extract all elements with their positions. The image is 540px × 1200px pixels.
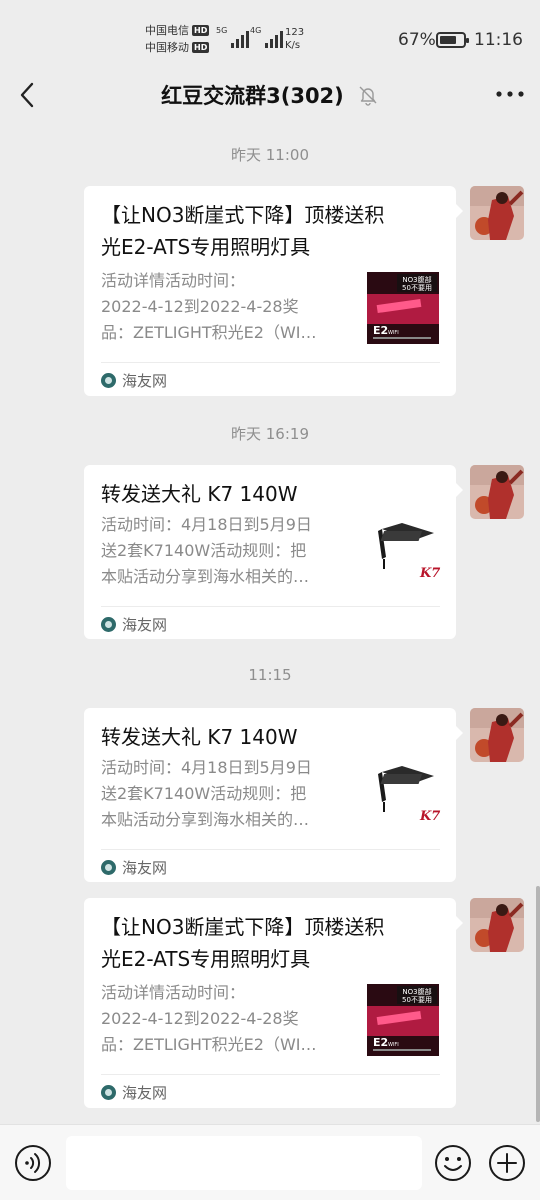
link-card-message[interactable]: 【让NO3断崖式下降】顶楼送积 光E2-ATS专用照明灯具 活动详情活动时间： … [84,186,463,396]
svg-text:NO3腹部: NO3腹部 [402,275,431,284]
more-dots-icon[interactable] [494,82,526,106]
chat-header: 红豆交流群3(302) [0,70,540,122]
link-card-description: 活动时间：4月18日到5月9日 送2套K7140W活动规则：把 本贴活动分享到海… [101,758,312,829]
network-speed: 123 K/s [285,27,305,51]
svg-text:K7: K7 [419,809,440,824]
link-card-source: 海友网 [101,614,167,635]
signal-5g-icon: 5G [216,26,250,48]
link-card-message[interactable]: 【让NO3断崖式下降】顶楼送积 光E2-ATS专用照明灯具 活动详情活动时间： … [84,898,463,1108]
divider [101,362,440,363]
avatar[interactable] [470,898,524,952]
svg-text:K7: K7 [419,566,440,581]
link-card-description: 活动时间：4月18日到5月9日 送2套K7140W活动规则：把 本贴活动分享到海… [101,515,312,586]
link-card-thumbnail: K7 [372,758,444,830]
hd-badge: HD [192,25,210,36]
link-card-description: 活动详情活动时间： 2022-4-12到2022-4-28奖 品：ZETLIGH… [101,983,317,1054]
input-bar [0,1124,540,1200]
link-card-thumbnail: K7 [372,515,444,587]
source-logo-icon [101,860,116,875]
link-card-source: 海友网 [101,1082,167,1103]
link-card-thumbnail: NO3腹部 50不要用 E2 WIFI [367,984,439,1056]
link-card-description: 活动详情活动时间： 2022-4-12到2022-4-28奖 品：ZETLIGH… [101,271,317,342]
plus-circle-icon[interactable] [488,1144,526,1182]
voice-icon[interactable] [14,1144,52,1182]
battery-icon [436,32,469,48]
link-card-source: 海友网 [101,370,167,391]
carrier-2: 中国移动 [145,41,189,54]
link-card-thumbnail: NO3腹部 50不要用 E2 WIFI [367,272,439,344]
divider [101,606,440,607]
link-card-title: 【让NO3断崖式下降】顶楼送积 光E2-ATS专用照明灯具 [101,915,385,971]
link-card-title: 转发送大礼 K7 140W [101,725,298,749]
signal-4g-icon: 4G [250,26,284,48]
avatar[interactable] [470,186,524,240]
carrier-info: 中国电信 HD 中国移动 HD [145,22,210,56]
message-input[interactable] [66,1136,422,1190]
hd-badge: HD [192,42,210,53]
avatar[interactable] [470,708,524,762]
message-timestamp: 11:15 [248,666,292,684]
svg-text:WIFI: WIFI [388,1042,399,1048]
chat-title: 红豆交流群3(302) [161,84,344,108]
message-timestamp: 昨天 11:00 [231,146,309,164]
clock: 11:16 [474,30,523,50]
emoji-icon[interactable] [434,1144,472,1182]
bell-off-icon [359,86,377,106]
divider [101,849,440,850]
message-timestamp: 昨天 16:19 [231,425,309,443]
battery-percent: 67% [398,30,436,50]
divider [101,1074,440,1075]
svg-text:50不要用: 50不要用 [402,284,432,292]
svg-text:E2: E2 [373,324,388,337]
status-bar: 中国电信 HD 中国移动 HD 5G 4G 123 K/s 67% 11:16 [0,0,540,70]
source-logo-icon [101,617,116,632]
link-card-title: 【让NO3断崖式下降】顶楼送积 光E2-ATS专用照明灯具 [101,203,385,259]
svg-text:50不要用: 50不要用 [402,996,432,1004]
source-logo-icon [101,373,116,388]
source-logo-icon [101,1085,116,1100]
link-card-message[interactable]: 转发送大礼 K7 140W 活动时间：4月18日到5月9日 送2套K7140W活… [84,465,463,639]
link-card-source: 海友网 [101,857,167,878]
link-card-message[interactable]: 转发送大礼 K7 140W 活动时间：4月18日到5月9日 送2套K7140W活… [84,708,463,882]
carrier-1: 中国电信 [145,24,189,37]
svg-text:NO3腹部: NO3腹部 [402,987,431,996]
scrollbar[interactable] [536,886,540,1122]
svg-text:E2: E2 [373,1036,388,1049]
link-card-title: 转发送大礼 K7 140W [101,482,298,506]
avatar[interactable] [470,465,524,519]
svg-text:WIFI: WIFI [388,330,399,336]
